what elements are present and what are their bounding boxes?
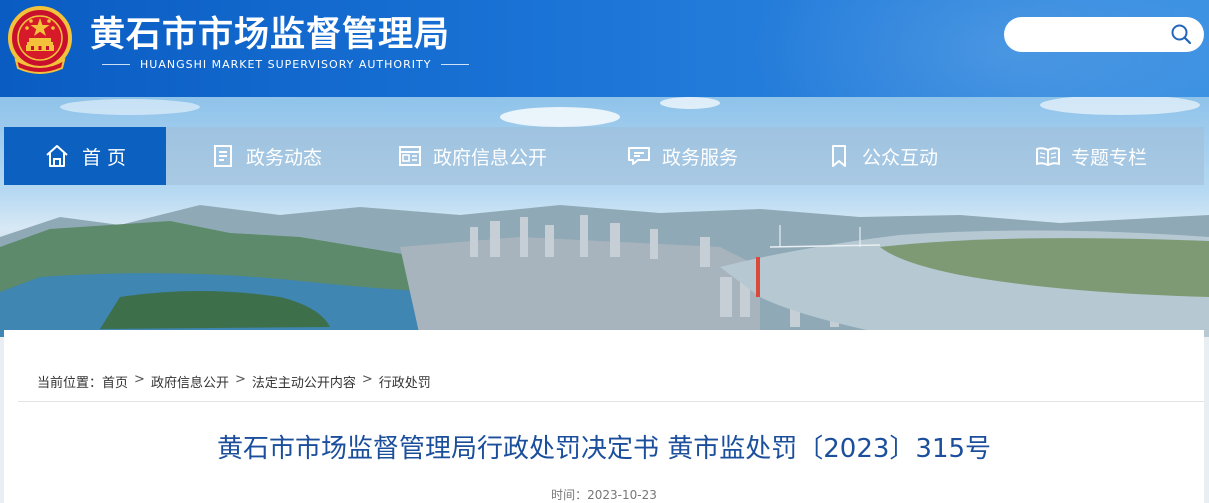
nav-item-label: 政务动态	[245, 146, 322, 169]
national-emblem-icon[interactable]	[4, 4, 76, 76]
nav-item-label: 政府信息公开	[432, 146, 547, 169]
site-subtitle: HUANGSHI MARKET SUPERVISORY AUTHORITY	[92, 56, 479, 72]
site-subtitle-text: HUANGSHI MARKET SUPERVISORY AUTHORITY	[140, 57, 432, 71]
search-box	[1004, 17, 1204, 52]
chat-service-icon	[627, 147, 650, 165]
breadcrumb-separator: >	[234, 372, 246, 387]
breadcrumb-separator: >	[361, 372, 373, 387]
nav-item-news[interactable]: 政务动态	[166, 127, 366, 185]
nav-item-services[interactable]: 政务服务	[578, 127, 786, 185]
nav-item-interaction[interactable]: 公众互动	[786, 127, 978, 185]
article-title: 黄石市市场监督管理局行政处罚决定书 黄市监处罚〔2023〕315号	[216, 434, 992, 464]
site-header: 黄石市市场监督管理局 HUANGSHI MARKET SUPERVISORY A…	[0, 0, 1209, 97]
breadcrumb-link-info-disclosure[interactable]: 政府信息公开	[151, 372, 229, 391]
nav-item-label: 首 页	[81, 146, 127, 169]
breadcrumb-link-home[interactable]: 首页	[102, 372, 128, 391]
newspaper-icon	[398, 146, 421, 166]
document-list-icon	[213, 145, 232, 167]
nav-item-label: 公众互动	[861, 146, 938, 169]
nav-item-special-column[interactable]: 专题专栏	[978, 127, 1204, 185]
search-icon[interactable]	[1170, 23, 1192, 45]
breadcrumb-separator: >	[134, 372, 145, 387]
home-icon	[46, 145, 68, 167]
breadcrumb-divider	[18, 401, 1204, 402]
nav-item-home[interactable]: 首 页	[4, 127, 166, 185]
breadcrumb: 当前位置： 首页 > 政府信息公开 > 法定主动公开内容 > 行政处罚	[37, 372, 431, 391]
subtitle-divider	[102, 63, 130, 65]
bookmark-icon	[831, 145, 846, 167]
site-title: 黄石市市场监督管理局	[90, 15, 451, 55]
subtitle-divider	[441, 63, 470, 65]
breadcrumb-prefix: 当前位置：	[37, 376, 103, 391]
content-panel: 当前位置： 首页 > 政府信息公开 > 法定主动公开内容 > 行政处罚 黄石市市…	[4, 330, 1204, 503]
open-book-icon	[1035, 147, 1060, 166]
article-publish-time: 时间：2023-10-23	[551, 488, 657, 502]
nav-item-label: 政务服务	[661, 146, 738, 169]
main-nav: 首 页 政务动态 政府信息公开 政务服务 公众互动 专题专栏	[4, 127, 1204, 185]
nav-item-label: 专题专栏	[1070, 146, 1147, 169]
breadcrumb-link-penalty[interactable]: 行政处罚	[379, 372, 431, 391]
nav-item-info-disclosure[interactable]: 政府信息公开	[366, 127, 578, 185]
breadcrumb-link-statutory-content[interactable]: 法定主动公开内容	[252, 372, 356, 391]
search-input[interactable]	[1018, 23, 1158, 45]
